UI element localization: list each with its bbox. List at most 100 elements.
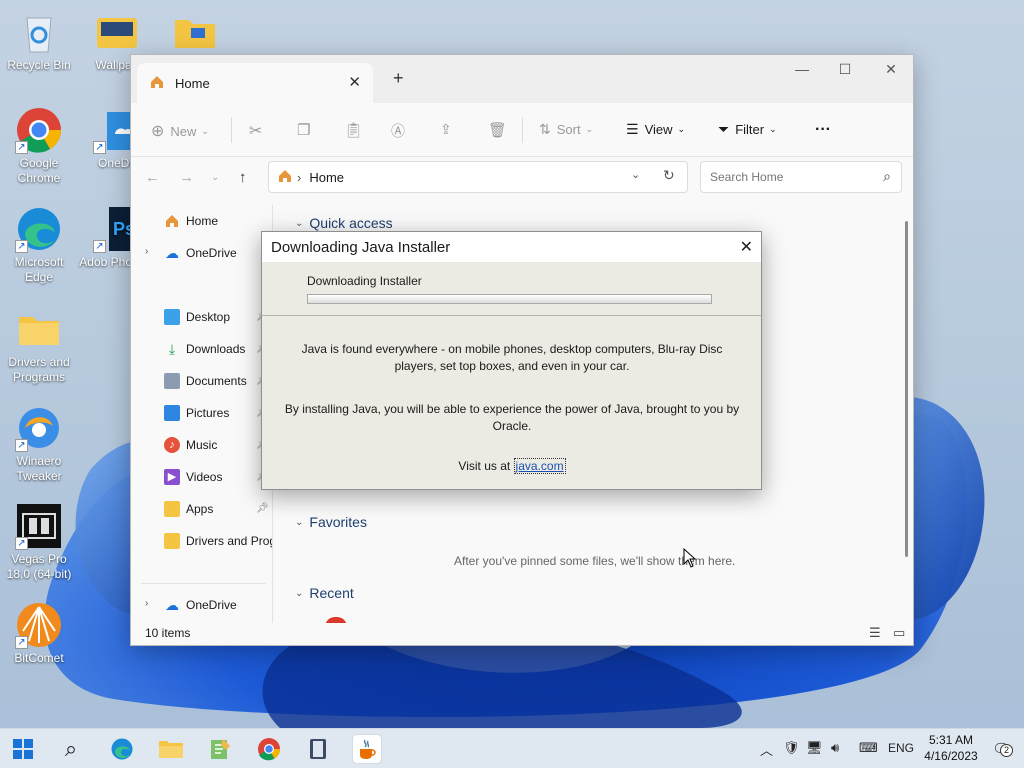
new-button[interactable]: ⊕ New ⌄ [151,121,209,141]
network-icon[interactable]: 🖥︎ [806,740,823,756]
nav-item-downloads[interactable]: ⤓ Downloads [164,339,245,359]
desktop-icon-winaero-tweaker[interactable]: ↗ Winaero Tweaker [0,404,78,484]
taskbar-file-explorer[interactable] [157,735,185,763]
tiles-view-icon[interactable]: ▭ [893,625,905,641]
desktop-icon-microsoft-edge[interactable]: ↗ Microsoft Edge [0,205,78,285]
expand-chevron-icon[interactable]: › [145,598,148,609]
desktop-icon-google-chrome[interactable]: ↗ Google Chrome [0,106,78,186]
section-recent[interactable]: ⌄ Recent [295,585,354,601]
chrome-icon [258,738,280,761]
search-input[interactable]: Search Home ⌕ [700,161,902,193]
taskbar-search-button[interactable]: ⌕ [57,735,85,763]
nav-item-label: OneDrive [186,598,237,612]
close-dialog-button[interactable]: ✕ [740,237,753,257]
show-hidden-icons-button[interactable]: ︿ [760,740,773,759]
address-bar-row: ← → ⌄ ↑ › Home ⌄ ↻ Search Home ⌕ [131,157,913,201]
chevron-down-icon[interactable]: ⌄ [631,168,640,181]
java-com-link[interactable]: java.com [513,458,566,474]
desktop-icon-bitcomet[interactable]: ↗ BitComet [0,601,78,666]
chevron-down-icon: ⌄ [295,516,304,528]
nav-item-home[interactable]: Home [164,211,218,231]
section-favorites[interactable]: ⌄ Favorites [295,514,367,530]
desktop-icon-drivers-and-programs[interactable]: Drivers and Programs [0,305,78,385]
book-icon [310,739,326,759]
paste-button[interactable]: 📋︎ [344,121,363,139]
dialog-title-bar[interactable]: Downloading Java Installer ✕ [262,232,761,262]
delete-button[interactable]: 🗑︎ [488,121,507,139]
video-icon: ▶ [164,469,180,485]
new-tab-button[interactable]: + [393,68,404,89]
nav-item-label: Desktop [186,310,231,324]
nav-item-music[interactable]: ♪ Music [164,435,217,455]
clock[interactable]: 5:31 AM 4/16/2023 [922,732,980,764]
security-shield-icon[interactable]: 🛡︎ [783,740,800,756]
taskbar: ⌕ ︿ 🛡︎ 🖥︎ 🔊︎ ⌨ ENG 5:31 AM 4/16/2023 🗨︎ … [0,728,1024,768]
shortcut-arrow-icon: ↗ [15,636,28,649]
start-button[interactable] [9,735,37,763]
up-button[interactable]: ↑ [239,169,247,186]
notification-center-button[interactable]: 🗨︎ 2 [992,740,1013,758]
shortcut-arrow-icon: ↗ [15,240,28,253]
taskbar-notepad[interactable] [206,735,234,763]
desktop-icon-label: Winaero Tweaker [16,454,62,483]
status-bar: 10 items ☰ ▭ [131,623,913,645]
scrollbar[interactable] [905,221,908,557]
folder-icon [15,305,63,353]
details-view-icon[interactable]: ☰ [869,625,881,641]
search-icon: ⌕ [883,168,891,184]
cut-button[interactable]: ✂ [249,121,262,141]
nav-item-pictures[interactable]: Pictures [164,403,229,423]
share-button[interactable]: ⇪ [440,121,452,138]
copy-button[interactable]: ❐ [297,121,310,139]
nav-item-drivers-and-programs[interactable]: Drivers and Prog [164,531,272,551]
taskbar-java-installer[interactable] [353,735,381,763]
section-title: Favorites [309,514,367,530]
refresh-icon[interactable]: ↻ [663,167,675,184]
close-tab-icon[interactable]: ✕ [348,73,361,91]
minimize-button[interactable]: — [779,61,825,77]
section-quick-access[interactable]: ⌄ Quick access [295,215,393,231]
taskbar-chrome[interactable] [255,735,283,763]
desktop-icon-label: Recycle Bin [7,58,71,72]
close-window-button[interactable]: ✕ [868,61,913,78]
clock-date: 4/16/2023 [924,749,978,763]
view-button[interactable]: ☰ View ⌄ [626,121,685,138]
folder-icon [164,533,180,549]
nav-item-desktop[interactable]: Desktop [164,307,230,327]
desktop-icon-folder[interactable] [156,8,234,58]
breadcrumb-home[interactable]: Home [309,170,344,185]
tab-home[interactable]: Home ✕ [137,63,373,103]
recent-locations-button[interactable]: ⌄ [211,172,219,183]
desktop-icon-vegas-pro[interactable]: ↗ Vegas Pro 18.0 (64-bit) [0,502,78,582]
toolbar-divider [522,117,523,143]
nav-item-onedrive-bottom[interactable]: ☁ OneDrive [164,595,237,615]
progress-fill [308,295,711,303]
taskbar-winaero-app[interactable] [304,735,332,763]
nav-item-label: Documents [186,374,247,388]
taskbar-edge[interactable] [108,735,136,763]
keyboard-icon[interactable]: ⌨ [859,740,878,756]
filter-button[interactable]: ⏷ Filter ⌄ [718,121,777,138]
shortcut-arrow-icon: ↗ [93,141,106,154]
sort-button[interactable]: ⇅ Sort ⌄ [539,121,593,138]
back-button[interactable]: ← [145,169,160,186]
java-download-dialog[interactable]: Downloading Java Installer ✕ Downloading… [261,231,762,490]
input-language[interactable]: ENG [888,741,914,755]
rename-button[interactable]: Ⓐ [391,121,405,141]
desktop-icon-recycle-bin[interactable]: Recycle Bin [0,8,78,73]
home-icon [149,74,165,93]
maximize-button[interactable]: ☐ [822,61,868,78]
pin-icon: 📌︎ [256,503,269,514]
address-bar[interactable]: › Home ⌄ ↻ [268,161,688,193]
nav-item-apps[interactable]: Apps [164,499,213,519]
nav-item-onedrive[interactable]: ☁ OneDrive [164,243,237,263]
section-title: Recent [309,585,354,601]
nav-item-videos[interactable]: ▶ Videos [164,467,222,487]
expand-chevron-icon[interactable]: › [145,246,148,257]
volume-icon[interactable]: 🔊︎ [831,740,839,756]
cloud-icon: ☁ [165,245,179,261]
forward-button[interactable]: → [179,169,194,186]
title-bar[interactable]: Home ✕ + — ☐ ✕ [131,55,913,103]
more-options-button[interactable]: ··· [815,121,831,139]
nav-item-documents[interactable]: Documents [164,371,247,391]
